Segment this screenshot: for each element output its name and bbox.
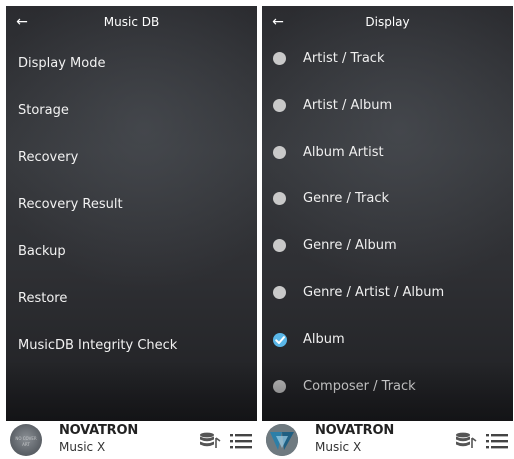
database-icon <box>456 432 477 448</box>
menu-item-integrity-check[interactable]: MusicDB Integrity Check <box>6 326 257 373</box>
list-icon <box>230 434 252 449</box>
database-button[interactable] <box>455 432 477 450</box>
option-genre-track[interactable]: Genre / Track <box>262 179 513 226</box>
back-button[interactable]: ← <box>10 11 34 33</box>
option-album-artist[interactable]: Album Artist <box>262 133 513 180</box>
option-genre-artist-album[interactable]: Genre / Artist / Album <box>262 273 513 320</box>
option-label: Genre / Album <box>303 238 397 254</box>
option-label: Genre / Artist / Album <box>303 284 445 300</box>
option-label: Album Artist <box>303 144 384 160</box>
option-label: Artist / Album <box>303 97 393 113</box>
option-composer-track[interactable]: Composer / Track <box>262 367 513 414</box>
radio-unselected-icon <box>273 145 286 159</box>
radio-unselected-icon <box>273 192 286 206</box>
page-title: Display <box>365 15 410 29</box>
arrow-left-icon: ← <box>272 14 284 30</box>
playlist-button[interactable] <box>485 432 509 450</box>
album-art <box>266 424 298 456</box>
option-album[interactable]: Album <box>262 320 513 367</box>
artist-name: Music X <box>59 440 106 454</box>
album-art-logo <box>266 424 298 456</box>
menu-item-display-mode[interactable]: Display Mode <box>6 44 257 91</box>
arrow-left-icon: ← <box>16 14 28 30</box>
option-genre-album[interactable]: Genre / Album <box>262 226 513 273</box>
display-screen: ← Display Artist / Track Artist / Album … <box>262 6 513 421</box>
option-label: Genre / Track <box>303 191 390 207</box>
radio-unselected-icon <box>273 52 286 65</box>
option-label: Composer / Track <box>303 378 416 394</box>
mini-player[interactable]: NO COVER ART NOVATRON Music X <box>6 421 257 459</box>
playlist-button[interactable] <box>229 432 253 450</box>
header: ← Music DB <box>6 6 257 40</box>
music-db-screen: ← Music DB Display Mode Storage Recovery… <box>6 6 257 421</box>
artist-name: Music X <box>315 440 362 454</box>
radio-unselected-icon <box>273 239 286 253</box>
check-icon <box>273 332 287 347</box>
radio-unselected-icon <box>273 285 286 299</box>
list-icon <box>486 434 508 449</box>
mini-player[interactable]: NOVATRON Music X <box>262 421 513 459</box>
settings-menu: Display Mode Storage Recovery Recovery R… <box>6 44 257 373</box>
option-label: Album <box>303 331 345 347</box>
radio-unselected-icon <box>273 98 286 112</box>
header: ← Display <box>262 6 513 40</box>
menu-item-restore[interactable]: Restore <box>6 279 257 326</box>
song-title: NOVATRON <box>59 423 139 438</box>
album-art: NO COVER ART <box>10 424 42 456</box>
song-title: NOVATRON <box>315 423 395 438</box>
database-button[interactable] <box>199 432 221 450</box>
database-icon <box>200 432 221 448</box>
page-title: Music DB <box>103 15 160 29</box>
radio-unselected-icon <box>273 379 286 393</box>
option-label: Artist / Track <box>303 51 385 66</box>
menu-item-recovery-result[interactable]: Recovery Result <box>6 185 257 232</box>
option-artist-track[interactable]: Artist / Track <box>262 39 513 86</box>
menu-item-storage[interactable]: Storage <box>6 91 257 138</box>
display-options: Artist / Track Artist / Album Album Arti… <box>262 39 513 413</box>
menu-item-recovery[interactable]: Recovery <box>6 138 257 185</box>
album-art-label: NO COVER ART <box>15 436 37 447</box>
option-artist-album[interactable]: Artist / Album <box>262 86 513 133</box>
menu-item-backup[interactable]: Backup <box>6 232 257 279</box>
back-button[interactable]: ← <box>266 11 290 33</box>
